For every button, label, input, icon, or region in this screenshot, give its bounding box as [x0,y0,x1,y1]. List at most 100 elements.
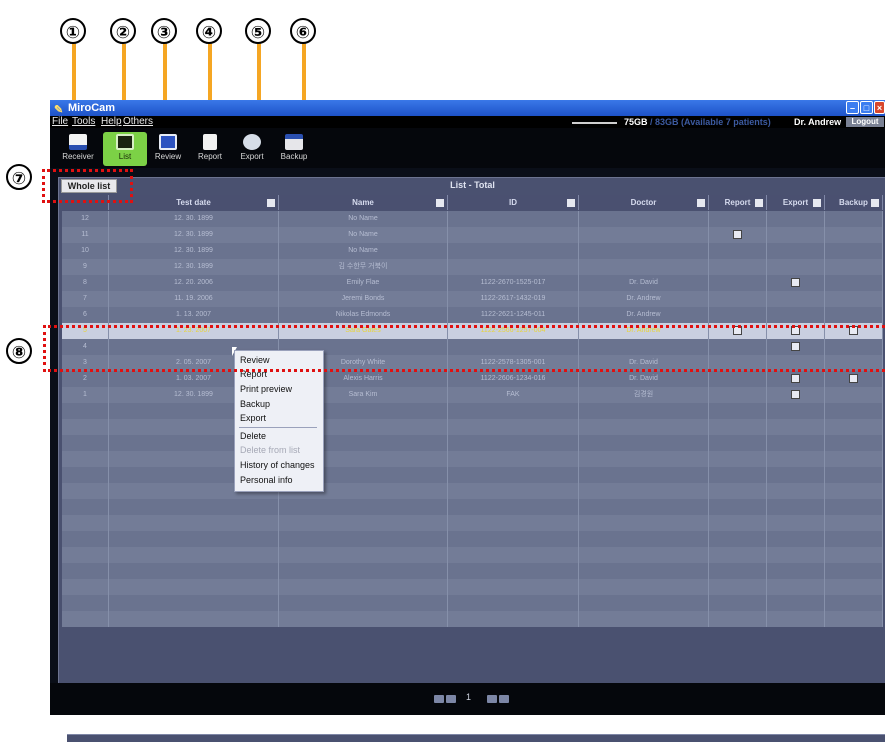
maximize-button[interactable]: □ [860,101,873,114]
empty-table-row[interactable] [62,547,883,563]
menu-item-delete-from-list: Delete from list [240,445,301,455]
cell-id [448,595,579,611]
sort-icon[interactable] [871,199,879,207]
column-header-doctor[interactable]: Doctor [579,195,709,210]
column-header-export[interactable]: Export [767,195,825,210]
table-row[interactable]: 11 12. 30. 1899 No Name [62,227,883,243]
cell-backup [825,403,883,419]
cell-export [767,211,825,227]
first-page-button[interactable] [434,695,444,703]
menu-item-export[interactable]: Export [240,413,266,423]
cell-export [767,483,825,499]
column-header-name[interactable]: Name [279,195,448,210]
cell-report [709,371,767,387]
column-header-id[interactable]: ID [448,195,579,210]
cell-doctor [579,483,709,499]
column-header-backup[interactable]: Backup [825,195,883,210]
cell-backup [825,211,883,227]
list-footer-bar [67,734,885,742]
cell-export [767,403,825,419]
export-icon[interactable] [791,278,800,287]
empty-table-row[interactable] [62,563,883,579]
cell-doctor [579,227,709,243]
toolbar-backup-button[interactable]: Backup [272,132,316,166]
cell-report [709,403,767,419]
receiver-icon [69,134,87,150]
sort-icon[interactable] [813,199,821,207]
logout-button[interactable]: Logout [846,117,884,127]
table-row[interactable]: 12 12. 30. 1899 No Name [62,211,883,227]
empty-table-row[interactable] [62,531,883,547]
cell-doctor: Dr. David [579,371,709,387]
backup-icon[interactable] [849,374,858,383]
sort-icon[interactable] [697,199,705,207]
menu-item-personal-info[interactable]: Personal info [240,475,293,485]
minimize-button[interactable]: – [846,101,859,114]
table-row[interactable]: 9 12. 30. 1899 김 수한무 거북이 [62,259,883,275]
table-row[interactable]: 1 12. 30. 1899 Sara Kim FAK 김경원 [62,387,883,403]
column-header-test-date[interactable]: Test date [109,195,279,210]
next-page-button[interactable] [487,695,497,703]
table-row[interactable]: 8 12. 20. 2006 Emily Flae 1122-2670-1525-01… [62,275,883,291]
menu-item-print-preview[interactable]: Print preview [240,384,292,394]
menu-item-history-of-changes[interactable]: History of changes [240,460,315,470]
cell-backup [825,531,883,547]
menu-others[interactable]: Others [123,116,153,128]
column-header-report[interactable]: Report [709,195,767,210]
cell-doctor [579,531,709,547]
empty-table-row[interactable] [62,515,883,531]
sort-icon[interactable] [436,199,444,207]
toolbar-receiver-button[interactable]: Receiver [56,132,100,166]
prev-page-button[interactable] [446,695,456,703]
empty-table-row[interactable] [62,451,883,467]
menu-tools[interactable]: Tools [72,116,95,128]
empty-table-row[interactable] [62,579,883,595]
sort-icon[interactable] [567,199,575,207]
close-button[interactable]: × [874,101,885,114]
cell-backup [825,307,883,323]
empty-table-row[interactable] [62,499,883,515]
cell-id: 1122-2606-1234-016 [448,371,579,387]
callout-7: ⑦ [6,164,32,190]
empty-table-row[interactable] [62,595,883,611]
cell-date [109,547,279,563]
cell-no [62,451,109,467]
sort-icon[interactable] [755,199,763,207]
table-row[interactable]: 10 12. 30. 1899 No Name [62,243,883,259]
toolbar-review-button[interactable]: Review [146,132,190,166]
toolbar-list-button[interactable]: List [103,132,147,166]
cell-id [448,547,579,563]
cell-name [279,579,448,595]
menu-help[interactable]: Help [101,116,122,128]
export-icon[interactable] [791,390,800,399]
cell-backup [825,579,883,595]
sort-icon[interactable] [267,199,275,207]
menu-item-delete[interactable]: Delete [240,431,266,441]
cell-id [448,435,579,451]
menu-item-backup[interactable]: Backup [240,399,270,409]
cell-backup [825,611,883,627]
cell-date [109,595,279,611]
last-page-button[interactable] [499,695,509,703]
empty-table-row[interactable] [62,611,883,627]
cell-date: 12. 20. 2006 [109,275,279,291]
toolbar-report-button[interactable]: Report [188,132,232,166]
table-row[interactable]: 2 1. 03. 2007 Alexis Harris 1122-2606-1234-… [62,371,883,387]
empty-table-row[interactable] [62,483,883,499]
export-icon[interactable] [791,374,800,383]
app-title: MiroCam [68,102,116,114]
empty-table-row[interactable] [62,419,883,435]
report-icon[interactable] [733,230,742,239]
table-row[interactable]: 6 1. 13. 2007 Nikolas Edmonds 1122-2621-124… [62,307,883,323]
page-number[interactable]: 1 [466,692,471,702]
toolbar-export-button[interactable]: Export [230,132,274,166]
table-row[interactable]: 7 11. 19. 2006 Jeremi Bonds 1122-2617-1432-… [62,291,883,307]
cell-no: 1 [62,387,109,403]
menu-file[interactable]: File [52,116,68,128]
empty-table-row[interactable] [62,467,883,483]
cell-export [767,467,825,483]
empty-table-row[interactable] [62,403,883,419]
empty-table-row[interactable] [62,435,883,451]
cell-export [767,259,825,275]
cell-id [448,227,579,243]
